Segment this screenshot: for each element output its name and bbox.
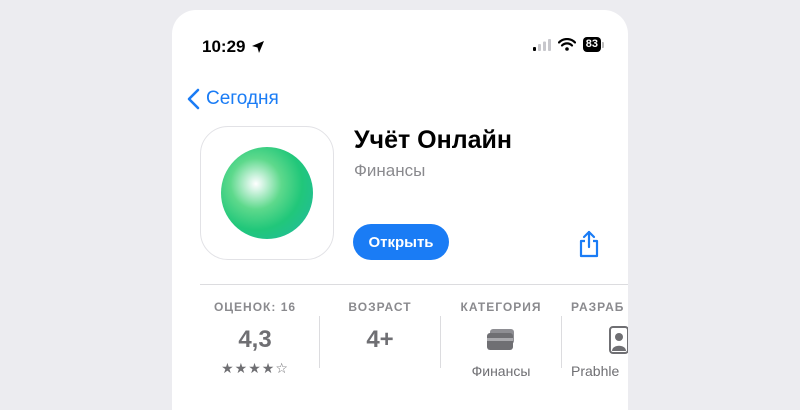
app-store-screen: 10:29 83 Сегодня Учёт Онлайн Финансы Отк… [172,10,628,410]
app-logo-orb [221,147,313,239]
chevron-left-icon [187,88,200,110]
age-info: ВОЗРАСТ 4+ [320,300,440,354]
back-label: Сегодня [206,88,279,109]
category-info[interactable]: КАТЕГОРИЯ Финансы [441,300,561,379]
section-divider [200,284,628,285]
category-icon-wrap [441,328,561,359]
ratings-info[interactable]: ОЦЕНОК: 16 4,3 ★★★★☆ [195,300,315,377]
cellular-signal-icon [532,38,551,51]
developer-name: Prabhle [571,363,620,379]
battery-cap-icon [602,41,604,48]
wallet-cards-icon [487,329,514,350]
app-category-link[interactable]: Финансы [354,161,425,181]
location-arrow-icon [252,41,265,53]
app-icon [200,126,334,260]
developer-label: РАЗРАБ [571,300,625,314]
age-label: ВОЗРАСТ [348,300,412,314]
category-label: КАТЕГОРИЯ [460,300,542,314]
developer-icon-wrap [571,326,628,359]
category-value: Финансы [471,363,531,379]
rating-value: 4,3 [238,326,272,353]
person-icon [609,326,628,354]
rating-stars-icon: ★★★★☆ [221,360,289,376]
ratings-count-label: ОЦЕНОК: 16 [213,300,297,314]
developer-info[interactable]: РАЗРАБ Prabhle [562,300,628,379]
battery-level: 83 [582,37,601,52]
share-icon[interactable] [578,230,600,258]
status-indicators: 83 [532,37,604,52]
time-label: 10:29 [202,37,246,56]
app-title: Учёт Онлайн [354,126,512,154]
status-bar-time: 10:29 [202,37,265,57]
age-value: 4+ [366,326,394,353]
wifi-icon [557,38,576,51]
open-button[interactable]: Открыть [353,224,449,260]
battery-indicator: 83 [582,37,604,52]
back-button[interactable]: Сегодня [186,88,279,110]
